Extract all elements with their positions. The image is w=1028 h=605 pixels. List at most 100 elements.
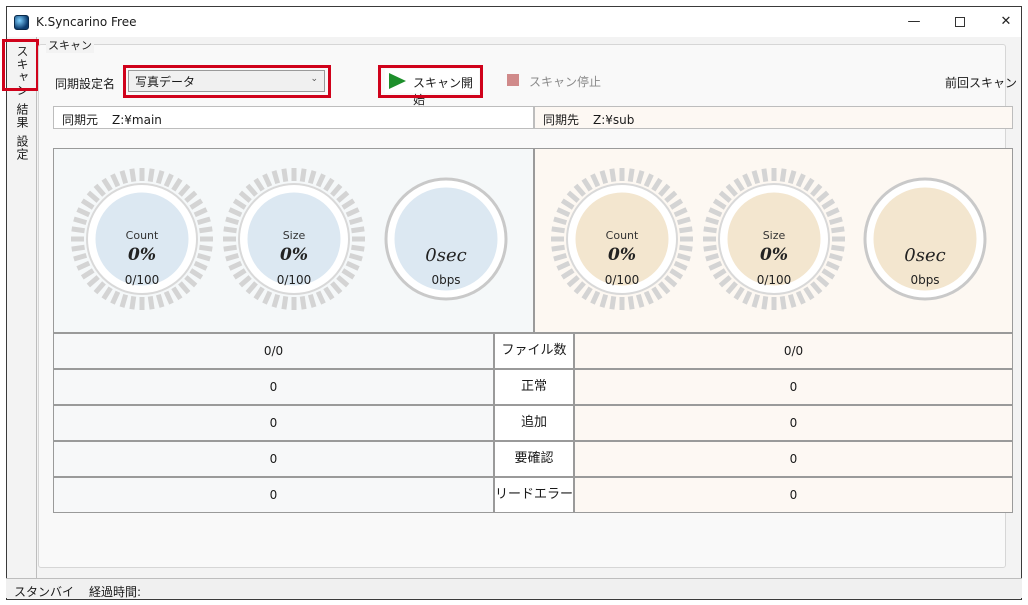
play-icon bbox=[389, 73, 406, 89]
gauge-tick bbox=[315, 290, 326, 305]
gauge-tick bbox=[101, 286, 113, 301]
gauge-tick bbox=[821, 198, 836, 210]
gauge-tick bbox=[253, 286, 265, 301]
dest-count-gauge: Count 0% 0/100 bbox=[550, 167, 694, 311]
stat-label-cell: 正常 bbox=[494, 369, 574, 405]
stop-scan-label: スキャン停止 bbox=[529, 75, 602, 89]
gauge-tick bbox=[147, 168, 155, 182]
gauge-tick bbox=[581, 286, 593, 301]
gauge-tick bbox=[101, 177, 113, 192]
gauge-elapsed: 0sec bbox=[425, 245, 467, 266]
previous-scan-button[interactable]: 前回スキャン bbox=[945, 74, 1017, 91]
gauge-tick bbox=[129, 168, 137, 182]
gauge-tick bbox=[556, 207, 571, 218]
maximize-button[interactable] bbox=[937, 7, 983, 37]
gauge-tick bbox=[651, 286, 663, 301]
gauge-tick bbox=[155, 170, 165, 185]
tab-settings[interactable]: 設定 bbox=[14, 135, 31, 161]
gauge-tick bbox=[262, 173, 273, 188]
stat-source-cell: 0 bbox=[53, 441, 494, 477]
gauge-tick bbox=[795, 173, 806, 188]
gauge-tick bbox=[787, 170, 797, 185]
gauge-tick bbox=[225, 216, 240, 226]
gauge-ratio: 0/100 bbox=[124, 273, 160, 287]
gauge-tick bbox=[761, 296, 769, 310]
tab-scan[interactable]: スキャン bbox=[14, 45, 31, 97]
gauge-percent: 0% bbox=[760, 245, 788, 265]
gauge-ratio: 0/100 bbox=[604, 273, 640, 287]
stat-dest-cell: 0/0 bbox=[574, 333, 1013, 369]
gauge-tick bbox=[779, 168, 787, 182]
stop-icon bbox=[507, 74, 519, 86]
gauge-title: Count bbox=[125, 229, 159, 242]
gauge-tick bbox=[323, 177, 335, 192]
title-bar: K.Syncarino Free — ✕ bbox=[7, 7, 1021, 37]
gauge-ratio: 0/100 bbox=[756, 273, 792, 287]
dest-path-box: 同期先 Z:¥sub bbox=[534, 106, 1013, 129]
gauge-tick bbox=[708, 207, 723, 218]
gauge-percent: 0% bbox=[280, 245, 308, 265]
gauge-tick bbox=[803, 177, 815, 192]
app-logo-icon bbox=[14, 15, 29, 30]
gauge-ring bbox=[384, 177, 508, 301]
gauge-tick bbox=[262, 290, 273, 305]
gauge-tick bbox=[232, 198, 247, 210]
tab-results[interactable]: 結果 bbox=[14, 103, 31, 129]
close-button[interactable]: ✕ bbox=[983, 7, 1028, 37]
sync-name-label: 同期設定名 bbox=[55, 77, 116, 91]
stat-source-cell: 0/0 bbox=[53, 333, 494, 369]
dest-gauge-panel: Count 0% 0/100 Size 0% 0/100 0sec 0bps bbox=[534, 148, 1013, 333]
gauge-tick bbox=[323, 286, 335, 301]
gauge-tick bbox=[86, 190, 100, 203]
gauge-tick bbox=[147, 296, 155, 310]
gauge-rate: 0bps bbox=[910, 273, 940, 287]
gauge-tick bbox=[80, 198, 95, 210]
stat-source-cell: 0 bbox=[53, 405, 494, 441]
gauge-tick bbox=[635, 293, 645, 308]
start-scan-button[interactable]: スキャン開始 bbox=[385, 69, 479, 107]
chevron-down-icon: ⌄ bbox=[310, 74, 318, 84]
gauge-tick bbox=[599, 170, 609, 185]
gauge-tick bbox=[307, 293, 317, 308]
gauge-tick bbox=[110, 173, 121, 188]
stat-label-cell: 追加 bbox=[494, 405, 574, 441]
gauge-tick bbox=[705, 216, 720, 226]
source-size-gauge: Size 0% 0/100 bbox=[222, 167, 366, 311]
gauge-title: Count bbox=[605, 229, 639, 242]
gauge-ratio: 0/100 bbox=[276, 273, 312, 287]
gauge-tick bbox=[253, 177, 265, 192]
gauge-tick bbox=[599, 293, 609, 308]
gauge-tick bbox=[553, 216, 568, 226]
gauge-tick bbox=[345, 207, 360, 218]
sync-name-value: 写真データ bbox=[135, 75, 196, 89]
gauge-percent: 0% bbox=[128, 245, 156, 265]
gauge-tick bbox=[245, 183, 258, 197]
dest-path-value: Z:¥sub bbox=[593, 113, 635, 127]
stat-label-cell: ファイル数 bbox=[494, 333, 574, 369]
minimize-button[interactable]: — bbox=[891, 7, 937, 37]
source-gauge-panel: Count 0% 0/100 Size 0% 0/100 0sec 0bps bbox=[53, 148, 534, 333]
gauge-tick bbox=[609, 168, 617, 182]
stop-scan-button[interactable]: スキャン停止 bbox=[505, 70, 605, 92]
gauge-tick bbox=[658, 183, 671, 197]
gauge-tick bbox=[609, 296, 617, 310]
gauge-tick bbox=[669, 198, 684, 210]
gauge-tick bbox=[336, 190, 350, 203]
gauge-tick bbox=[189, 198, 204, 210]
source-path-label: 同期元 bbox=[62, 113, 99, 127]
gauge-tick bbox=[590, 173, 601, 188]
stat-label-cell: 要確認 bbox=[494, 441, 574, 477]
gauge-tick bbox=[129, 296, 137, 310]
gauge-ring bbox=[863, 177, 987, 301]
maximize-icon bbox=[955, 16, 965, 27]
stat-dest-cell: 0 bbox=[574, 369, 1013, 405]
gauge-tick bbox=[733, 286, 745, 301]
gauge-tick bbox=[742, 290, 753, 305]
gauge-tick bbox=[816, 190, 830, 203]
gauge-tick bbox=[307, 170, 317, 185]
gauge-tick bbox=[676, 216, 691, 226]
gauge-tick bbox=[341, 198, 356, 210]
sync-name-select[interactable]: 写真データ ⌄ bbox=[128, 70, 325, 92]
gauge-tick bbox=[93, 183, 106, 197]
dest-time-gauge: 0sec 0bps bbox=[853, 167, 997, 311]
